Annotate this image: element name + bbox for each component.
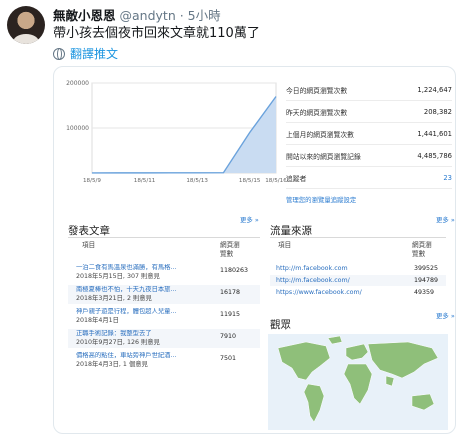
stat-row: 上個月的網頁瀏覽次數 1,441,601 [286, 123, 452, 145]
post-title-link[interactable]: 神戶親子遊是行程，體包超人兒童... [76, 308, 198, 317]
stat-row: 追蹤者 23 [286, 167, 452, 189]
traffic-source-link[interactable]: https://www.facebook.com/ [276, 287, 362, 298]
stat-label: 今日的網頁瀏覽次數 [286, 86, 348, 95]
stat-row: 昨天的網頁瀏覽次數 208,382 [286, 101, 452, 123]
stat-label: 追蹤者 [286, 174, 307, 183]
stat-label: 開站以來的網頁瀏覽記錄 [286, 152, 361, 161]
posts-col-item: 項目 [82, 241, 96, 249]
chart-x-tick-label: 18/5/11 [134, 178, 156, 184]
post-row: 正職手術記錄：我整型去了 2010年9月27日, 126 則意見 7910 [68, 329, 260, 348]
post-row: 神戶親子遊是行程，體包超人兒童... 2018年4月1日 11915 [68, 307, 260, 326]
chart-x-tick-label: 18/5/15 [239, 178, 261, 184]
chart-x-tick-label: 18/5/9 [83, 178, 101, 184]
stat-value: 208,382 [423, 107, 452, 116]
post-date: 2018年3月21日, 2 則意見 [76, 295, 152, 302]
chart-x-tick-label: 18/5/13 [186, 178, 208, 184]
traffic-source-link[interactable]: http://m.facebook.com [276, 263, 348, 274]
traffic-more-link[interactable]: 更多 » [436, 215, 455, 224]
posts-col-views: 網頁瀏 覽數 [220, 241, 240, 258]
divider [68, 237, 260, 238]
post-title-link[interactable]: 一泊二食有馬溫泉也滿勝，有馬格... [76, 264, 198, 273]
post-date: 2018年5月15日, 307 則意見 [76, 273, 160, 280]
stat-label: 上個月的網頁瀏覽次數 [286, 130, 354, 139]
posts-section-title: 發表文章 [68, 225, 110, 237]
traffic-row: http://m.facebook.com 399525 [270, 263, 446, 274]
post-views: 16178 [220, 289, 241, 296]
manage-tracking-link[interactable]: 管理您的瀏覽量追蹤設定 [286, 195, 452, 204]
post-views: 7501 [220, 355, 237, 362]
stat-value: 1,441,601 [417, 129, 452, 138]
traffic-views: 49359 [414, 289, 435, 296]
post-row: 南極夏棒也不怕，十天九夜日本旅... 2018年3月21日, 2 則意見 16178 [68, 285, 260, 304]
traffic-col-item: 項目 [278, 241, 292, 249]
stat-value[interactable]: 23 [443, 174, 452, 182]
stats-panel: 今日的網頁瀏覽次數 1,224,647 昨天的網頁瀏覽次數 208,382 上個月的網頁… [286, 79, 452, 204]
post-title-link[interactable]: 南極夏棒也不怕，十天九夜日本旅... [76, 286, 198, 295]
pageviews-chart: 200000 100000 18/5/9 18/5/11 18/5/13 18/5/15 1… [66, 80, 286, 184]
world-map [268, 334, 448, 430]
stat-label: 昨天的網頁瀏覽次數 [286, 108, 348, 117]
post-row: 一泊二食有馬溫泉也滿勝，有馬格... 2018年5月15日, 307 則意見 118… [68, 263, 260, 282]
globe-icon [53, 47, 65, 60]
divider [270, 237, 446, 238]
translate-tweet-button[interactable]: 翻譯推文 [53, 45, 118, 62]
stat-row: 開站以來的網頁瀏覽記錄 4,485,786 [286, 145, 452, 167]
post-title-link[interactable]: 價格高的點住，車站旁神戶世紀酒... [76, 352, 198, 361]
post-date: 2018年4月1日 [76, 317, 119, 324]
stat-value: 4,485,786 [417, 151, 452, 160]
traffic-col-views: 網頁瀏 覽數 [412, 241, 432, 258]
stat-row: 今日的網頁瀏覽次數 1,224,647 [286, 79, 452, 101]
posts-more-link[interactable]: 更多 » [240, 215, 259, 224]
avatar[interactable] [7, 6, 45, 44]
post-row: 價格高的點住，車站旁神戶世紀酒... 2018年4月3日, 1 個意見 7501 [68, 351, 260, 370]
author-name[interactable]: 無敵小恩恩 [53, 8, 116, 23]
post-views: 7910 [220, 333, 237, 340]
post-views: 1180263 [220, 267, 249, 274]
tweet-time[interactable]: · 5小時 [180, 8, 221, 23]
tweet-media-card[interactable]: 200000 100000 18/5/9 18/5/11 18/5/13 18/5/15 1… [53, 66, 456, 434]
author-handle[interactable]: @andytn [120, 8, 176, 23]
post-title-link[interactable]: 正職手術記錄：我整型去了 [76, 330, 198, 339]
translate-label: 翻譯推文 [70, 47, 119, 61]
traffic-source-link[interactable]: http://m.facebook.com/ [276, 275, 350, 286]
audience-section-title: 觀眾 [270, 319, 291, 331]
post-date: 2018年4月3日, 1 個意見 [76, 361, 148, 368]
chart-y-tick-label: 200000 [66, 80, 89, 87]
post-views: 11915 [220, 311, 241, 318]
traffic-views: 194789 [414, 277, 439, 284]
tweet-text: 帶小孩去個夜市回來文章就110萬了 [53, 26, 260, 41]
chart-x-tick-label: 18/5/16 [265, 178, 286, 184]
traffic-section-title: 流量來源 [270, 225, 312, 237]
traffic-row: http://m.facebook.com/194789 [270, 275, 446, 286]
audience-more-link[interactable]: 更多 » [436, 311, 455, 320]
post-date: 2010年9月27日, 126 則意見 [76, 339, 160, 346]
traffic-row: https://www.facebook.com/49359 [270, 287, 446, 298]
traffic-views: 399525 [414, 265, 439, 272]
stat-value: 1,224,647 [417, 85, 452, 94]
chart-y-tick-label: 100000 [66, 125, 89, 132]
